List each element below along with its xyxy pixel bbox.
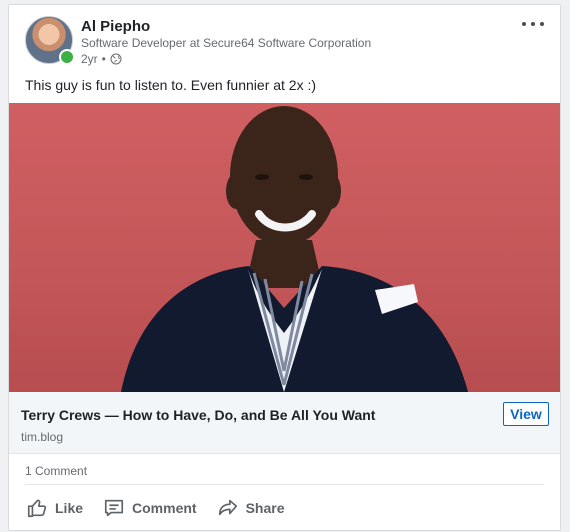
share-arrow-icon bbox=[218, 499, 237, 516]
post-time: 2yr bbox=[81, 52, 98, 66]
author-headline: Software Developer at Secure64 Software … bbox=[81, 36, 372, 50]
post-header: Al Piepho Software Developer at Secure64… bbox=[9, 5, 560, 75]
meta-separator: • bbox=[101, 52, 106, 66]
share-button[interactable]: Share bbox=[212, 491, 290, 525]
more-options-button[interactable] bbox=[521, 19, 545, 31]
shared-link-image[interactable] bbox=[9, 103, 560, 392]
more-horizontal-icon bbox=[531, 22, 535, 26]
like-button[interactable]: Like bbox=[21, 491, 88, 525]
more-horizontal-icon bbox=[540, 22, 544, 26]
comment-label: Comment bbox=[132, 500, 197, 516]
author-name[interactable]: Al Piepho bbox=[81, 18, 150, 35]
comment-count-link[interactable]: 1 Comment bbox=[25, 464, 87, 478]
comment-button[interactable]: Comment bbox=[98, 491, 202, 525]
online-status-indicator bbox=[59, 49, 75, 65]
link-preview[interactable]: Terry Crews — How to Have, Do, and Be Al… bbox=[9, 392, 560, 454]
post-card: Al Piepho Software Developer at Secure64… bbox=[8, 4, 561, 531]
globe-icon bbox=[110, 53, 122, 65]
post-actions: Like Comment Share bbox=[21, 489, 548, 527]
portrait-illustration bbox=[121, 106, 468, 392]
share-label: Share bbox=[245, 500, 285, 516]
view-button[interactable]: View bbox=[503, 402, 549, 426]
actions-divider bbox=[25, 484, 544, 485]
post-meta: 2yr • bbox=[81, 52, 122, 66]
like-label: Like bbox=[55, 500, 84, 516]
link-domain: tim.blog bbox=[21, 430, 64, 444]
comment-icon bbox=[104, 499, 124, 517]
post-text: This guy is fun to listen to. Even funni… bbox=[25, 77, 317, 93]
more-horizontal-icon bbox=[522, 22, 526, 26]
link-title[interactable]: Terry Crews — How to Have, Do, and Be Al… bbox=[21, 407, 375, 423]
thumbs-up-icon bbox=[27, 499, 47, 518]
